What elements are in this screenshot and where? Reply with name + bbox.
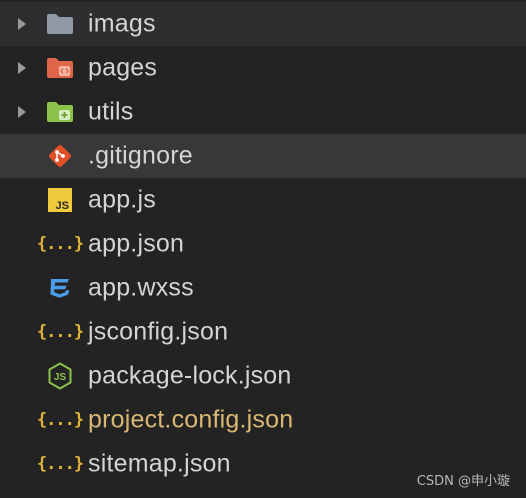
svg-text:JS: JS <box>54 372 67 383</box>
tree-item-gitignore[interactable]: .gitignore <box>0 134 526 178</box>
chevron-right-icon[interactable] <box>18 62 26 74</box>
tree-item-label: imags <box>88 9 156 38</box>
tree-item-package-lock-json[interactable]: JS package-lock.json <box>0 354 526 398</box>
json-file-icon: {...} <box>36 234 84 254</box>
tree-item-pages[interactable]: pages <box>0 46 526 90</box>
nodejs-file-icon: JS <box>45 361 75 391</box>
tree-item-jsconfig-json[interactable]: {...} jsconfig.json <box>0 310 526 354</box>
json-file-icon: {...} <box>36 322 84 342</box>
tree-item-label: pages <box>88 53 158 82</box>
file-explorer-tree: imags pages utils .gitignore JS app.js {… <box>0 2 526 486</box>
tree-item-utils[interactable]: utils <box>0 90 526 134</box>
js-file-icon: JS <box>45 185 75 215</box>
tree-item-label: sitemap.json <box>88 449 231 478</box>
tree-item-label: app.js <box>88 185 156 214</box>
tree-item-app-wxss[interactable]: app.wxss <box>0 266 526 310</box>
git-icon <box>45 141 75 171</box>
pages-folder-icon <box>45 53 75 83</box>
tree-item-app-js[interactable]: JS app.js <box>0 178 526 222</box>
folder-icon <box>45 9 75 39</box>
tree-item-label: utils <box>88 97 134 126</box>
svg-text:JS: JS <box>56 200 69 212</box>
tree-item-app-json[interactable]: {...} app.json <box>0 222 526 266</box>
tree-item-label: app.json <box>88 229 185 258</box>
json-file-icon: {...} <box>36 410 84 430</box>
chevron-right-icon[interactable] <box>18 18 26 30</box>
tree-item-label: .gitignore <box>88 141 193 170</box>
tree-item-project-config-json[interactable]: {...} project.config.json <box>0 398 526 442</box>
watermark: CSDN @申小璇 <box>416 474 510 489</box>
tree-item-label: project.config.json <box>88 405 294 434</box>
tree-item-label: jsconfig.json <box>88 317 229 346</box>
css-file-icon <box>45 273 75 303</box>
json-file-icon: {...} <box>36 454 84 474</box>
tree-item-label: package-lock.json <box>88 361 292 390</box>
tree-item-imags[interactable]: imags <box>0 2 526 46</box>
chevron-right-icon[interactable] <box>18 106 26 118</box>
utils-folder-icon <box>45 97 75 127</box>
tree-item-label: app.wxss <box>88 273 194 302</box>
